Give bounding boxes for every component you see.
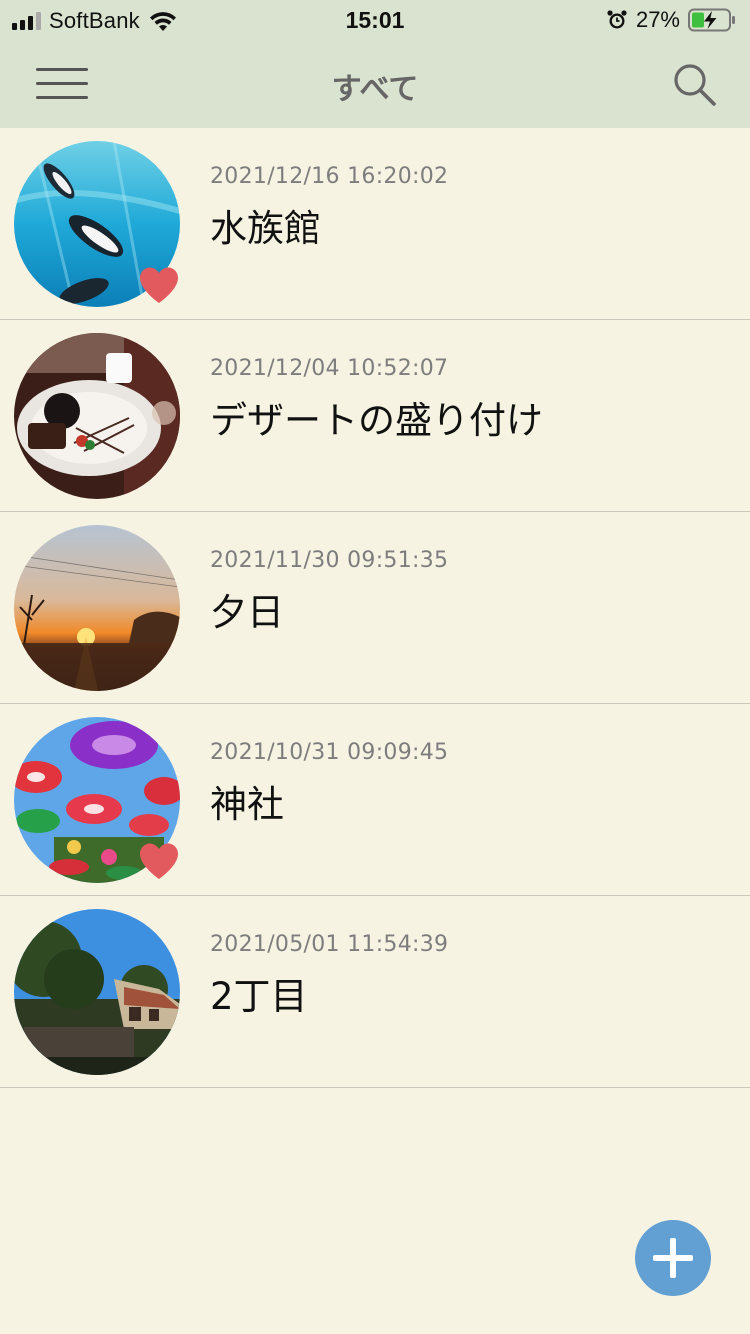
favorite-heart-icon <box>140 843 178 879</box>
entry-title: 水族館 <box>210 207 321 250</box>
entry-date: 2021/11/30 09:51:35 <box>210 548 449 573</box>
page-title: すべて <box>331 72 419 107</box>
add-entry-button[interactable] <box>635 1220 711 1296</box>
entry-title: 2丁目 <box>210 975 308 1018</box>
status-bar: SoftBank 15:01 27% <box>0 0 750 40</box>
nav-bar: すべて <box>0 40 750 128</box>
entry-date: 2021/12/04 10:52:07 <box>210 356 449 381</box>
photo-thumbnail <box>14 909 180 1075</box>
entry-date: 2021/05/01 11:54:39 <box>210 932 449 957</box>
entry-title: 神社 <box>210 783 284 826</box>
list-item[interactable]: 2021/12/04 10:52:07 デザートの盛り付け <box>0 320 750 512</box>
list-item[interactable]: 2021/10/31 09:09:45 神社 <box>0 704 750 896</box>
favorite-heart-icon <box>140 267 178 303</box>
battery-charging-icon <box>688 8 735 32</box>
entry-date: 2021/10/31 09:09:45 <box>210 740 449 765</box>
entry-title: デザートの盛り付け <box>210 399 543 442</box>
list-item[interactable]: 2021/05/01 11:54:39 2丁目 <box>0 896 750 1088</box>
list-item[interactable]: 2021/12/16 16:20:02 水族館 <box>0 128 750 320</box>
entry-title: 夕日 <box>210 591 284 634</box>
entry-date: 2021/12/16 16:20:02 <box>210 164 449 189</box>
entry-list: 2021/12/16 16:20:02 水族館 2021/12/04 10:52… <box>0 128 750 1088</box>
search-icon[interactable] <box>670 60 720 110</box>
photo-thumbnail <box>14 525 180 691</box>
alarm-icon <box>607 10 627 29</box>
status-right: 27% <box>606 6 736 34</box>
photo-thumbnail <box>14 333 180 499</box>
list-item[interactable]: 2021/11/30 09:51:35 夕日 <box>0 512 750 704</box>
battery-percent: 27% <box>635 7 680 32</box>
